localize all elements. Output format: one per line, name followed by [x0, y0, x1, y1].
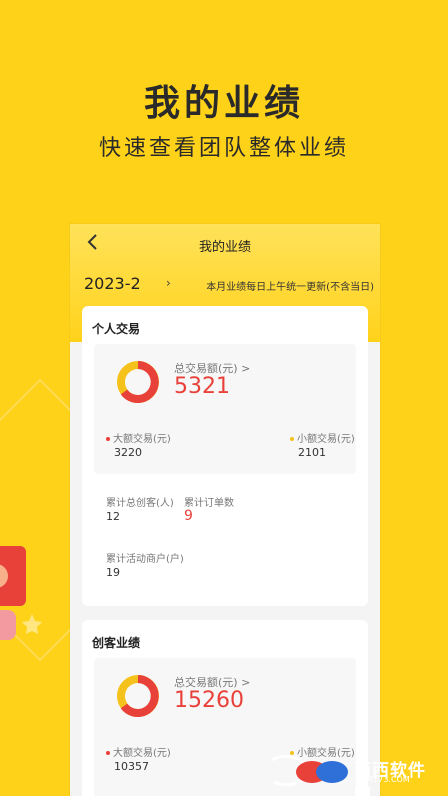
- maker-donut-chart: [117, 675, 159, 717]
- watermark-logo-icon: [271, 755, 348, 787]
- small-trade-value: 2101: [298, 446, 326, 459]
- makers-value: 12: [106, 510, 120, 523]
- personal-trade-card: 个人交易 总交易额(元) > 5321 大额交易(元) 3220 小额交易(元)…: [82, 306, 368, 606]
- red-envelope-decoration: [0, 546, 42, 640]
- update-note: 本月业绩每日上午统一更新(不含当日): [206, 282, 374, 293]
- makers-label: 累计总创客(人): [106, 498, 174, 509]
- merchants-label: 累计活动商户(户): [106, 554, 184, 565]
- watermark-url: CR173.COM: [362, 775, 410, 784]
- yellow-dot-icon: [290, 437, 294, 441]
- card-title: 创客业绩: [92, 636, 141, 650]
- card-title: 个人交易: [92, 322, 141, 336]
- maker-total-value: 15260: [174, 688, 244, 713]
- orders-value: 9: [184, 508, 193, 524]
- merchants-value: 19: [106, 566, 120, 579]
- trade-donut-chart: [117, 361, 159, 403]
- large-trade-value: 3220: [114, 446, 142, 459]
- total-trade-panel[interactable]: 总交易额(元) > 5321 大额交易(元) 3220 小额交易(元) 2101: [94, 344, 356, 474]
- site-watermark: 西西软件园 CR173.COM: [266, 754, 442, 796]
- red-dot-icon: [106, 437, 110, 441]
- month-selector[interactable]: 2023-2: [84, 274, 141, 293]
- orders-label: 累计订单数: [184, 498, 234, 509]
- large-trade-label: 大额交易(元): [106, 430, 171, 445]
- small-trade-label: 小额交易(元): [290, 430, 355, 445]
- phone-screen: 我的业绩 2023-2 › 本月业绩每日上午统一更新(不含当日) 个人交易 总交…: [70, 224, 380, 796]
- maker-large-trade-value: 10357: [114, 760, 149, 773]
- maker-large-trade-label: 大额交易(元): [106, 744, 171, 759]
- hero-subtitle: 快速查看团队整体业绩: [98, 136, 349, 161]
- chevron-right-icon[interactable]: ›: [166, 276, 171, 290]
- nav-title: 我的业绩: [198, 240, 251, 255]
- hero-title: 我的业绩: [143, 83, 304, 124]
- total-trade-value: 5321: [174, 374, 230, 399]
- red-dot-icon: [106, 751, 110, 755]
- navigation-bar: 我的业绩: [70, 224, 380, 264]
- month-selector-row: 2023-2 › 本月业绩每日上午统一更新(不含当日): [84, 274, 374, 298]
